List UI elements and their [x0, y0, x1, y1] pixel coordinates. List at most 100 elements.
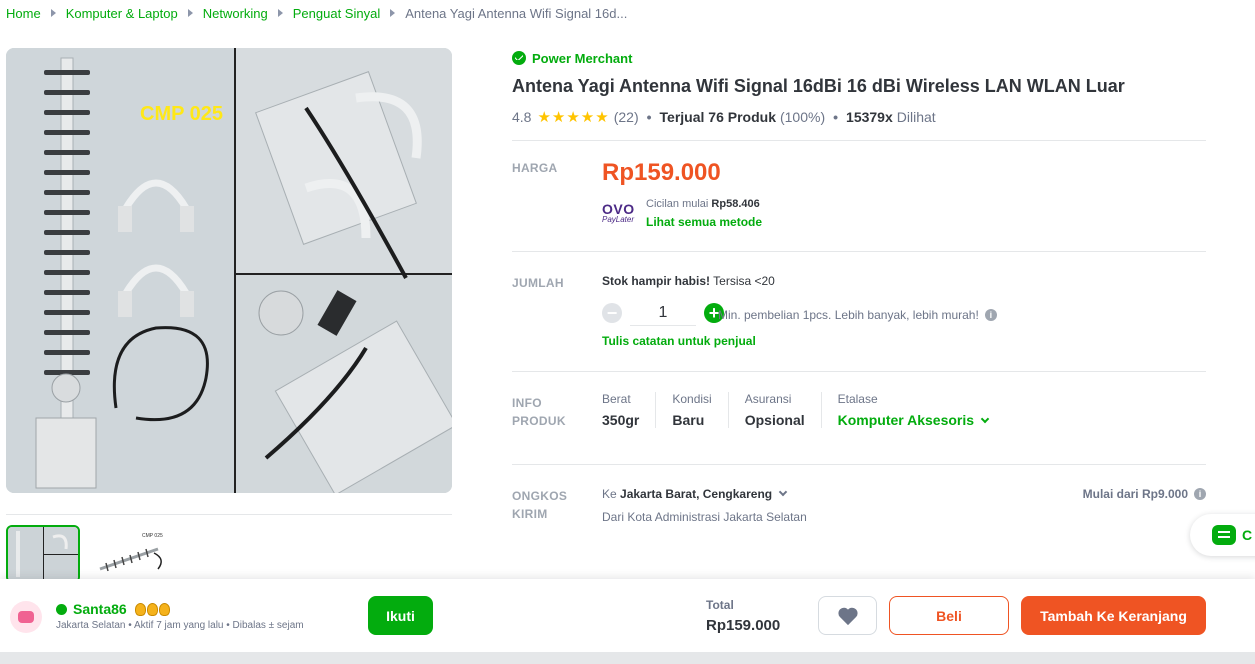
attr-key: Berat — [602, 392, 631, 406]
thumbnail-image — [8, 527, 78, 581]
etalase-link[interactable]: Komputer Aksesoris — [837, 412, 990, 428]
thumbnail-caption: CMP 025 — [142, 533, 163, 539]
attr-key: Kondisi — [672, 392, 712, 406]
power-merchant-icon — [512, 51, 526, 65]
product-info-label: INFO PRODUK — [512, 394, 566, 430]
product-info-label-line2: PRODUK — [512, 414, 566, 428]
page-bottom-strip — [0, 652, 1255, 664]
total-label: Total — [706, 598, 734, 612]
sold-percent: (100%) — [779, 109, 826, 125]
chevron-down-icon — [778, 487, 788, 497]
attr-insurance: Asuransi Opsional — [727, 392, 821, 428]
breadcrumb: Home Komputer & Laptop Networking Pengua… — [6, 4, 627, 22]
stock-warning: Stok hampir habis! — [602, 274, 711, 288]
shipping-label: ONGKOS KIRIM — [512, 487, 567, 523]
etalase-value: Komputer Aksesoris — [837, 412, 975, 428]
attr-weight: Berat 350gr — [602, 392, 655, 428]
attr-condition: Kondisi Baru — [655, 392, 727, 428]
price-label: HARGA — [512, 161, 558, 175]
shipping-label-line1: ONGKOS — [512, 489, 568, 503]
shipping-section: ONGKOS KIRIM Ke Jakarta Barat, Cengkaren… — [512, 464, 1206, 544]
shipping-origin: Dari Kota Administrasi Jakarta Selatan — [602, 510, 807, 524]
attr-etalase: Etalase Komputer Aksesoris — [820, 392, 1004, 428]
installment-text: Cicilan mulai Rp58.406 — [646, 198, 760, 210]
stock-remaining: Tersisa <20 — [713, 274, 775, 288]
shop-avatar[interactable] — [10, 601, 42, 633]
meta-separator: • — [833, 109, 839, 125]
shipping-destination[interactable]: Ke Jakarta Barat, Cengkareng — [602, 487, 788, 501]
views-count: 15379x — [846, 109, 893, 125]
product-attributes: Berat 350gr Kondisi Baru Asuransi Opsion… — [602, 392, 1004, 428]
total-value: Rp159.000 — [706, 617, 781, 634]
attr-key: Etalase — [837, 392, 878, 406]
thumbnail-2[interactable]: CMP 025 — [94, 525, 168, 583]
attr-value: Baru — [672, 412, 705, 428]
sold-label: Terjual 76 Produk — [659, 109, 776, 125]
product-info-section: INFO PRODUK Berat 350gr Kondisi Baru Asu… — [512, 371, 1206, 464]
shipping-price: Mulai dari Rp9.000 i — [1083, 487, 1206, 501]
write-note-link[interactable]: Tulis catatan untuk penjual — [602, 334, 756, 348]
quantity-section: JUMLAH Stok hampir habis! Tersisa <20 − … — [512, 251, 1206, 371]
thumbnail-1[interactable] — [6, 525, 80, 583]
add-to-cart-button[interactable]: Tambah Ke Keranjang — [1021, 596, 1206, 635]
min-purchase-info: Min. pembelian 1pcs. Lebih banyak, lebih… — [718, 308, 997, 322]
ovo-paylater-logo: OVO PayLater — [602, 201, 640, 224]
see-payment-methods-link[interactable]: Lihat semua metode — [646, 215, 762, 229]
breadcrumb-komputer-laptop[interactable]: Komputer & Laptop — [66, 6, 178, 21]
chevron-down-icon — [980, 414, 990, 424]
shipping-price-text: Mulai dari Rp9.000 — [1082, 487, 1188, 501]
rating-value: 4.8 — [512, 109, 532, 125]
breadcrumb-separator-icon — [187, 9, 193, 17]
product-main-image[interactable]: CMP 025 — [6, 48, 452, 493]
info-icon[interactable]: i — [1194, 488, 1206, 500]
shop-medals-icon — [134, 602, 170, 616]
chat-label: C — [1242, 527, 1253, 543]
follow-button[interactable]: Ikuti — [368, 596, 433, 635]
stock-info: Stok hampir habis! Tersisa <20 — [602, 274, 775, 288]
power-merchant-label: Power Merchant — [532, 50, 633, 66]
chat-icon — [1212, 525, 1236, 545]
wishlist-button[interactable] — [818, 596, 877, 635]
rating-stars-icon: ★★★★★ — [537, 109, 610, 126]
cmp-label: CMP 025 — [140, 103, 223, 125]
shipping-to-value: Jakarta Barat, Cengkareng — [620, 487, 773, 501]
power-merchant-badge: Power Merchant — [512, 48, 1206, 68]
thumbnail-image: CMP 025 — [94, 525, 168, 583]
shop-name[interactable]: Santa86 — [73, 601, 127, 617]
decrease-quantity-button[interactable]: − — [602, 303, 622, 323]
breadcrumb-home[interactable]: Home — [6, 6, 41, 21]
min-purchase-text: Min. pembelian 1pcs. Lebih banyak, lebih… — [718, 308, 979, 322]
shipping-label-line2: KIRIM — [512, 507, 548, 521]
buy-button[interactable]: Beli — [889, 596, 1009, 635]
breadcrumb-separator-icon — [277, 9, 283, 17]
attr-value: Opsional — [744, 412, 805, 428]
installment-value: Rp58.406 — [711, 198, 760, 210]
heart-icon — [837, 607, 858, 625]
product-info-label-line1: INFO — [512, 396, 542, 410]
chat-button[interactable]: C — [1190, 514, 1255, 556]
product-title: Antena Yagi Antenna Wifi Signal 16dBi 16… — [512, 76, 1125, 96]
price-section: HARGA Rp159.000 OVO PayLater Cicilan mul… — [512, 140, 1206, 251]
product-meta: 4.8 ★★★★★ (22) • Terjual 76 Produk (100%… — [512, 107, 1206, 127]
shipping-to-prefix: Ke — [602, 487, 617, 501]
breadcrumb-current: Antena Yagi Antenna Wifi Signal 16d... — [405, 5, 628, 21]
thumbnail-list: CMP 025 — [6, 514, 452, 583]
rating-count[interactable]: (22) — [614, 109, 639, 125]
sticky-bottom-bar: Santa86 Jakarta Selatan • Aktif 7 jam ya… — [0, 579, 1255, 652]
breadcrumb-penguat-sinyal[interactable]: Penguat Sinyal — [293, 6, 380, 21]
quantity-stepper: − + — [602, 300, 724, 326]
breadcrumb-networking[interactable]: Networking — [203, 6, 268, 21]
info-icon[interactable]: i — [984, 309, 997, 321]
attr-key: Asuransi — [744, 392, 792, 406]
breadcrumb-separator-icon — [390, 9, 396, 17]
quantity-label: JUMLAH — [512, 276, 564, 290]
power-merchant-icon — [56, 603, 67, 615]
price-value: Rp159.000 — [602, 159, 721, 186]
attr-value: 350gr — [602, 412, 640, 428]
quantity-input[interactable] — [630, 300, 696, 326]
product-header: Power Merchant Antena Yagi Antenna Wifi … — [512, 48, 1206, 127]
installment-prefix: Cicilan mulai — [646, 198, 709, 210]
views-label: Dilihat — [896, 109, 936, 125]
shop-subtitle: Jakarta Selatan • Aktif 7 jam yang lalu … — [56, 620, 304, 631]
breadcrumb-separator-icon — [50, 9, 56, 17]
